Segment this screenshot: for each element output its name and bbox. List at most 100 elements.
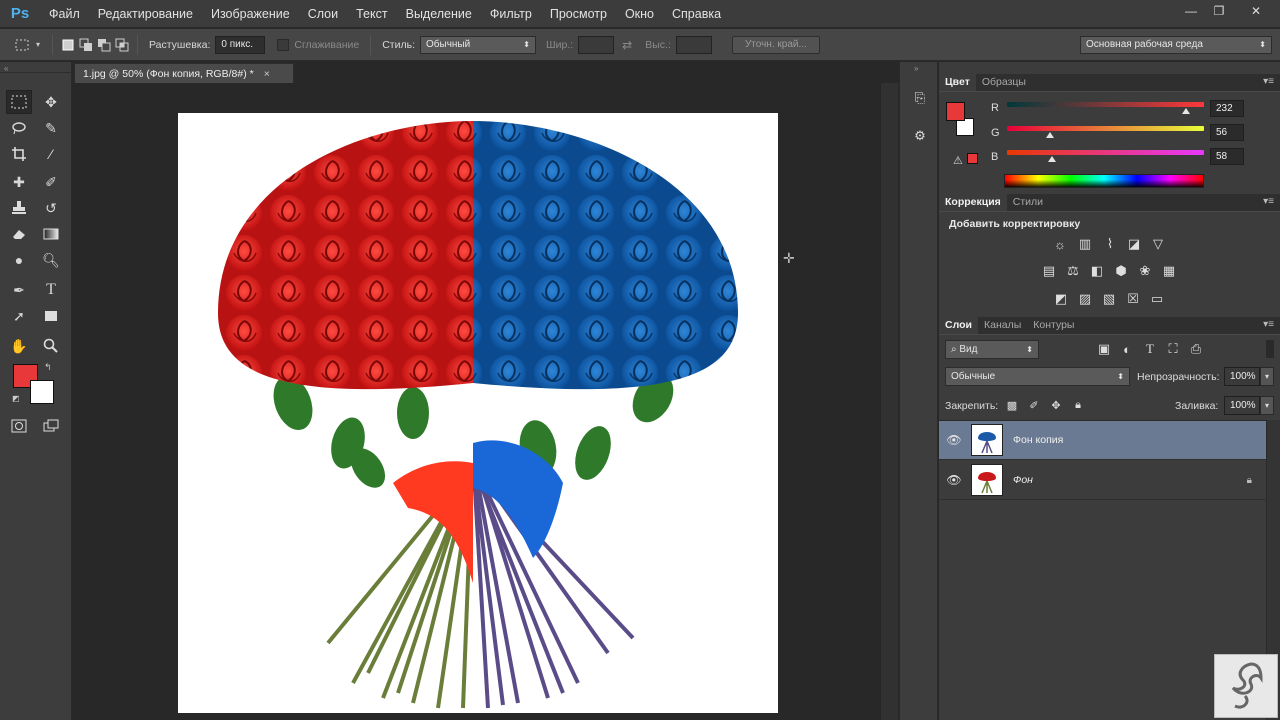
layer-row[interactable]: 👁︎ Фон копия bbox=[939, 421, 1266, 460]
gamut-warning-icon[interactable]: ⚠ bbox=[953, 154, 963, 167]
black-white-icon[interactable]: ◧ bbox=[1088, 262, 1106, 280]
blur-icon[interactable]: ● bbox=[6, 248, 32, 272]
filter-adjustment-icon[interactable]: ◐ bbox=[1118, 340, 1136, 358]
intersect-selection-icon[interactable] bbox=[113, 36, 131, 54]
menu-window[interactable]: Окно bbox=[616, 0, 663, 28]
collapse-icon[interactable]: » bbox=[914, 64, 918, 73]
blend-mode-select[interactable]: Обычные ⬍ bbox=[945, 367, 1130, 386]
levels-icon[interactable]: ▥ bbox=[1076, 235, 1094, 253]
history-panel-icon[interactable]: ⎘ bbox=[910, 88, 930, 108]
tab-swatches[interactable]: Образцы bbox=[976, 74, 1032, 91]
g-value[interactable]: 56 bbox=[1210, 124, 1244, 141]
lock-image-icon[interactable]: ✐ bbox=[1025, 396, 1043, 414]
gradient-map-icon[interactable]: ▭ bbox=[1148, 290, 1166, 308]
swap-colors-icon[interactable]: ↰ bbox=[44, 362, 52, 373]
b-value[interactable]: 58 bbox=[1210, 148, 1244, 165]
restore-button[interactable]: ❐ bbox=[1204, 2, 1234, 20]
antialias-checkbox[interactable] bbox=[277, 38, 290, 51]
zoom-icon[interactable] bbox=[38, 334, 64, 358]
menu-image[interactable]: Изображение bbox=[202, 0, 299, 28]
menu-edit[interactable]: Редактирование bbox=[89, 0, 202, 28]
opacity-dropdown-icon[interactable]: ▾ bbox=[1260, 367, 1274, 386]
workspace-select[interactable]: Основная рабочая среда ⬍ bbox=[1080, 35, 1272, 54]
color-fg-swatch[interactable] bbox=[946, 102, 965, 121]
channel-mixer-icon[interactable]: ❀ bbox=[1136, 262, 1154, 280]
subtract-selection-icon[interactable] bbox=[95, 36, 113, 54]
eraser-icon[interactable] bbox=[6, 222, 32, 246]
rectangle-icon[interactable] bbox=[38, 304, 64, 328]
gamut-color-swatch[interactable] bbox=[967, 153, 978, 164]
lock-position-icon[interactable]: ✥ bbox=[1047, 396, 1065, 414]
gradient-icon[interactable] bbox=[38, 222, 64, 246]
opacity-input[interactable]: 100% bbox=[1224, 367, 1260, 386]
lasso-icon[interactable] bbox=[6, 116, 32, 140]
layer-row[interactable]: 👁︎ Фон 🔒︎ bbox=[939, 461, 1266, 500]
dodge-icon[interactable]: 🔍︎ bbox=[38, 248, 64, 272]
b-slider[interactable] bbox=[1007, 150, 1204, 155]
move-icon[interactable]: ✥ bbox=[38, 90, 64, 114]
panel-menu-icon[interactable]: ▾≡ bbox=[1263, 319, 1274, 330]
tab-paths[interactable]: Контуры bbox=[1027, 317, 1080, 334]
quick-mask-icon[interactable] bbox=[6, 414, 32, 438]
r-slider[interactable] bbox=[1007, 102, 1204, 107]
selective-color-icon[interactable]: ☒ bbox=[1124, 290, 1142, 308]
refine-edge-button[interactable]: Уточн. край... bbox=[731, 35, 820, 54]
menu-type[interactable]: Текст bbox=[347, 0, 396, 28]
panel-menu-icon[interactable]: ▾≡ bbox=[1263, 196, 1274, 207]
layer-thumbnail[interactable] bbox=[971, 464, 1003, 496]
type-icon[interactable]: T bbox=[38, 278, 64, 302]
healing-brush-icon[interactable]: ✚ bbox=[6, 170, 32, 194]
b-slider-knob[interactable] bbox=[1048, 156, 1057, 162]
width-input[interactable] bbox=[578, 35, 615, 54]
minimize-button[interactable]: — bbox=[1176, 2, 1206, 20]
lock-all-icon[interactable]: 🔒︎ bbox=[1069, 396, 1087, 414]
eye-icon[interactable]: 👁︎ bbox=[939, 433, 969, 447]
preset-dropdown-icon[interactable]: ▾ bbox=[36, 40, 40, 49]
filter-shape-icon[interactable]: ⛶ bbox=[1164, 340, 1182, 358]
posterize-icon[interactable]: ▨ bbox=[1076, 290, 1094, 308]
tab-styles[interactable]: Стили bbox=[1007, 194, 1049, 211]
document-canvas[interactable] bbox=[178, 113, 778, 713]
photo-filter-icon[interactable]: ⬢ bbox=[1112, 262, 1130, 280]
crop-icon[interactable] bbox=[6, 142, 32, 166]
menu-help[interactable]: Справка bbox=[663, 0, 730, 28]
r-slider-knob[interactable] bbox=[1182, 108, 1191, 114]
properties-panel-icon[interactable]: ⚙ bbox=[910, 126, 930, 146]
tab-color[interactable]: Цвет bbox=[939, 74, 976, 91]
height-input[interactable] bbox=[675, 35, 712, 54]
color-balance-icon[interactable]: ⚖ bbox=[1064, 262, 1082, 280]
quick-select-icon[interactable]: ✎ bbox=[38, 116, 64, 140]
filter-smart-icon[interactable]: ⎙ bbox=[1187, 340, 1205, 358]
hand-icon[interactable]: ✋ bbox=[6, 334, 32, 358]
path-select-icon[interactable]: ➚ bbox=[6, 304, 32, 328]
invert-icon[interactable]: ◩ bbox=[1052, 290, 1070, 308]
g-slider-knob[interactable] bbox=[1046, 132, 1055, 138]
default-colors-icon[interactable]: ◩ bbox=[12, 394, 20, 403]
threshold-icon[interactable]: ▧ bbox=[1100, 290, 1118, 308]
fill-dropdown-icon[interactable]: ▾ bbox=[1260, 396, 1274, 415]
tab-channels[interactable]: Каналы bbox=[978, 317, 1027, 334]
swap-icon[interactable]: ⇄ bbox=[622, 38, 632, 52]
fill-input[interactable]: 100% bbox=[1224, 396, 1260, 415]
screen-mode-icon[interactable] bbox=[38, 414, 64, 438]
menu-view[interactable]: Просмотр bbox=[541, 0, 616, 28]
background-color-swatch[interactable] bbox=[30, 380, 54, 404]
r-value[interactable]: 232 bbox=[1210, 100, 1244, 117]
pen-icon[interactable]: ✒ bbox=[6, 278, 32, 302]
close-button[interactable]: ✕ bbox=[1238, 2, 1274, 20]
menu-filter[interactable]: Фильтр bbox=[481, 0, 541, 28]
layer-filter-select[interactable]: ⌕ Вид ⬍ bbox=[945, 340, 1039, 359]
new-selection-icon[interactable] bbox=[59, 36, 77, 54]
menu-file[interactable]: Файл bbox=[40, 0, 89, 28]
menu-layers[interactable]: Слои bbox=[299, 0, 347, 28]
brightness-contrast-icon[interactable]: ☼ bbox=[1051, 235, 1069, 253]
eye-icon[interactable]: 👁︎ bbox=[939, 473, 969, 487]
color-spectrum-ramp[interactable] bbox=[1004, 174, 1204, 188]
add-selection-icon[interactable] bbox=[77, 36, 95, 54]
hue-saturation-icon[interactable]: ▤ bbox=[1040, 262, 1058, 280]
tab-layers[interactable]: Слои bbox=[939, 317, 978, 334]
marquee-preset-icon[interactable] bbox=[8, 36, 36, 54]
layer-name[interactable]: Фон копия bbox=[1013, 434, 1063, 446]
document-tab[interactable]: 1.jpg @ 50% (Фон копия, RGB/8#) * × bbox=[74, 63, 294, 83]
lock-transparent-icon[interactable]: ▩ bbox=[1003, 396, 1021, 414]
